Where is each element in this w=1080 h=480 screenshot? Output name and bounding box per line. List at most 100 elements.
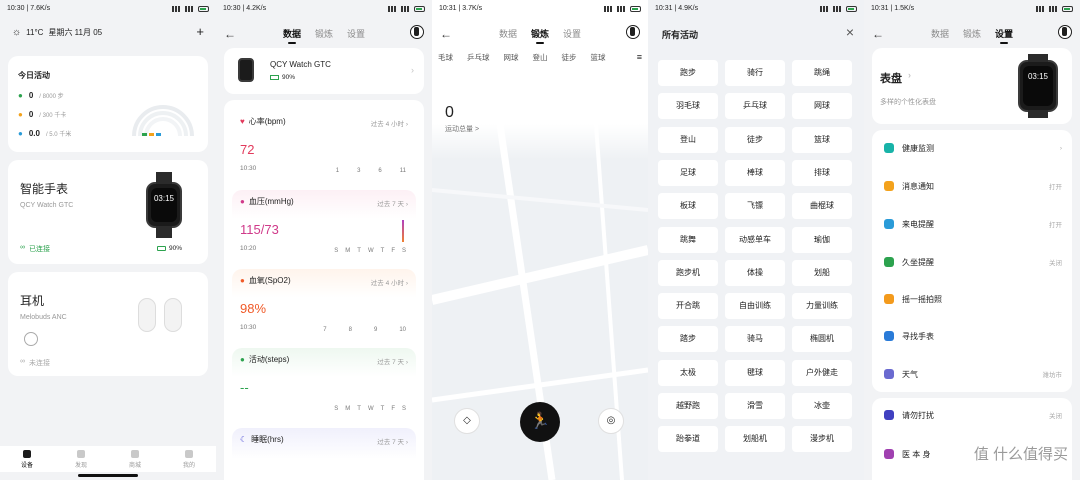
watch-icon[interactable] bbox=[626, 25, 640, 39]
sport-tabs: 毛球 乒乓球 网球 登山 徒步 篮球 bbox=[432, 52, 630, 63]
activity-button[interactable]: 漫步机 bbox=[792, 426, 852, 453]
setting-notifications[interactable]: 消息通知 打开 bbox=[872, 168, 1072, 204]
activity-button[interactable]: 飞镖 bbox=[725, 193, 785, 220]
watch-face-card[interactable]: 表盘 › 多样的个性化表盘 03:15 bbox=[872, 48, 1072, 124]
target-button[interactable]: ◎ bbox=[598, 408, 624, 434]
tab-data[interactable]: 数据 bbox=[499, 27, 517, 44]
activity-button[interactable]: 棒球 bbox=[725, 159, 785, 186]
tab-data[interactable]: 数据 bbox=[931, 27, 949, 44]
watch-thumbnail bbox=[238, 58, 254, 82]
activity-button[interactable]: 力量训练 bbox=[792, 293, 852, 320]
nav-store[interactable]: 商城 bbox=[129, 446, 141, 472]
setting-health-monitor[interactable]: 健康监测 › bbox=[872, 130, 1072, 166]
distance-value: 0.0 bbox=[28, 129, 40, 138]
start-run-button[interactable]: 🏃 bbox=[520, 402, 560, 442]
add-device-button[interactable]: + bbox=[196, 24, 204, 39]
activity-button[interactable]: 曲棍球 bbox=[792, 193, 852, 220]
activity-button[interactable]: 跑步机 bbox=[658, 259, 718, 286]
activity-button[interactable]: 划船机 bbox=[725, 426, 785, 453]
total-label[interactable]: 运动总量 > bbox=[445, 124, 479, 134]
tab-exercise[interactable]: 锻炼 bbox=[315, 27, 333, 44]
sport-tab[interactable]: 篮球 bbox=[591, 52, 606, 63]
footprint-icon: ● bbox=[240, 355, 245, 364]
axis-tick: W bbox=[367, 406, 374, 412]
panel-device-home: 10:30 | 7.6K/s ☼ 11°C 星期六 11月 05 + 今日活动 … bbox=[0, 0, 216, 480]
chart-axis: SMTWTFS bbox=[334, 248, 406, 254]
activity-button[interactable]: 足球 bbox=[658, 159, 718, 186]
activity-button[interactable]: 毽球 bbox=[725, 359, 785, 386]
locate-button[interactable]: ◇ bbox=[454, 408, 480, 434]
link-icon: ∞ bbox=[20, 358, 25, 365]
tab-settings[interactable]: 设置 bbox=[347, 27, 365, 44]
location-icon: ● bbox=[18, 129, 23, 138]
spo2-card[interactable]: ● 血氧(SpO2) 过去 4 小时 › 98% 10:30 7 8 9 10 bbox=[232, 269, 416, 341]
watch-icon[interactable] bbox=[410, 25, 424, 39]
close-icon[interactable]: × bbox=[846, 24, 854, 40]
activity-button[interactable]: 瑜伽 bbox=[792, 226, 852, 253]
activity-button[interactable]: 骑马 bbox=[725, 326, 785, 353]
activity-button[interactable]: 板球 bbox=[658, 193, 718, 220]
setting-do-not-disturb[interactable]: 请勿打扰 关闭 bbox=[872, 397, 1072, 433]
sleep-card[interactable]: ☾ 睡眠(hrs) 过去 7 天 › bbox=[232, 428, 416, 480]
heart-rate-card[interactable]: ♥ 心率(bpm) 过去 4 小时 › 72 10:30 1 3 6 11 bbox=[232, 110, 416, 182]
blood-pressure-card[interactable]: ● 血压(mmHg) 过去 7 天 › 115/73 10:20 SMTWTFS bbox=[232, 190, 416, 262]
axis-tick: W bbox=[367, 248, 374, 254]
activity-button[interactable]: 跑步 bbox=[658, 60, 718, 86]
activity-button[interactable]: 自由训练 bbox=[725, 293, 785, 320]
setting-shake-photo[interactable]: 摇一摇拍照 bbox=[872, 281, 1072, 317]
activity-button[interactable]: 越野跑 bbox=[658, 393, 718, 419]
nav-device[interactable]: 设备 bbox=[21, 446, 33, 472]
flame-icon: ● bbox=[18, 110, 23, 119]
activity-button[interactable]: 徒步 bbox=[725, 126, 785, 153]
sport-tab[interactable]: 登山 bbox=[533, 52, 548, 63]
activity-button[interactable]: 跆拳道 bbox=[658, 426, 718, 453]
activity-button[interactable]: 冰壶 bbox=[792, 393, 852, 419]
status-time: 10:31 | 1.5K/s bbox=[871, 5, 915, 12]
activity-button[interactable]: 跳绳 bbox=[792, 60, 852, 86]
heart-icon: ♥ bbox=[240, 117, 245, 126]
sport-tab[interactable]: 徒步 bbox=[562, 52, 577, 63]
activity-button[interactable]: 踏步 bbox=[658, 326, 718, 353]
activity-button[interactable]: 椭圆机 bbox=[792, 326, 852, 353]
activity-button[interactable]: 体操 bbox=[725, 259, 785, 286]
sport-tab[interactable]: 乒乓球 bbox=[467, 52, 490, 63]
menu-icon[interactable]: ≡ bbox=[637, 52, 642, 62]
sport-tab[interactable]: 网球 bbox=[504, 52, 519, 63]
steps-card[interactable]: ● 活动(steps) 过去 7 天 › -- SMTWTFS bbox=[232, 348, 416, 420]
setting-find-watch[interactable]: 寻找手表 bbox=[872, 318, 1072, 354]
activity-button[interactable]: 动感单车 bbox=[725, 226, 785, 253]
earbuds-card[interactable]: 耳机 Melobuds ANC ∞ 未连接 bbox=[8, 272, 208, 376]
activity-button[interactable]: 骑行 bbox=[725, 60, 785, 86]
activity-button[interactable]: 开合跳 bbox=[658, 293, 718, 320]
activity-button[interactable]: 登山 bbox=[658, 126, 718, 153]
activity-button[interactable]: 乒乓球 bbox=[725, 93, 785, 120]
setting-sedentary[interactable]: 久坐提醒 关闭 bbox=[872, 244, 1072, 280]
activity-button[interactable]: 篮球 bbox=[792, 126, 852, 153]
setting-call-reminder[interactable]: 来电提醒 打开 bbox=[872, 206, 1072, 242]
smartwatch-card[interactable]: 智能手表 QCY Watch GTC ∞ 已连接 90% 03:15 bbox=[8, 160, 208, 264]
device-card[interactable]: QCY Watch GTC 90% › bbox=[224, 48, 424, 94]
activity-button[interactable]: 羽毛球 bbox=[658, 93, 718, 120]
activity-button[interactable]: 滑雪 bbox=[725, 393, 785, 419]
tab-exercise[interactable]: 锻炼 bbox=[963, 27, 981, 44]
tab-exercise[interactable]: 锻炼 bbox=[531, 27, 549, 44]
tab-settings[interactable]: 设置 bbox=[563, 27, 581, 44]
battery-icon bbox=[270, 75, 279, 80]
tab-settings[interactable]: 设置 bbox=[995, 27, 1013, 44]
health-icon bbox=[884, 143, 894, 153]
activity-button[interactable]: 户外健走 bbox=[792, 359, 852, 386]
activity-button[interactable]: 跳舞 bbox=[658, 226, 718, 253]
watch-icon[interactable] bbox=[1058, 25, 1072, 39]
earbuds-status: 未连接 bbox=[29, 360, 50, 367]
nav-me[interactable]: 我的 bbox=[183, 446, 195, 472]
nav-discover[interactable]: 发现 bbox=[75, 446, 87, 472]
activity-button[interactable]: 划船 bbox=[792, 259, 852, 286]
activity-button[interactable]: 太极 bbox=[658, 359, 718, 386]
setting-weather[interactable]: 天气 潍坊市 bbox=[872, 356, 1072, 392]
tab-data[interactable]: 数据 bbox=[283, 27, 301, 44]
headphone-icon bbox=[24, 332, 38, 346]
sport-tab[interactable]: 毛球 bbox=[438, 52, 453, 63]
activity-button[interactable]: 网球 bbox=[792, 93, 852, 120]
today-activity-card[interactable]: 今日活动 ● 0 / 8000 步 ● 0 / 300 千卡 ● 0.0 / 5… bbox=[8, 56, 208, 152]
activity-button[interactable]: 排球 bbox=[792, 159, 852, 186]
